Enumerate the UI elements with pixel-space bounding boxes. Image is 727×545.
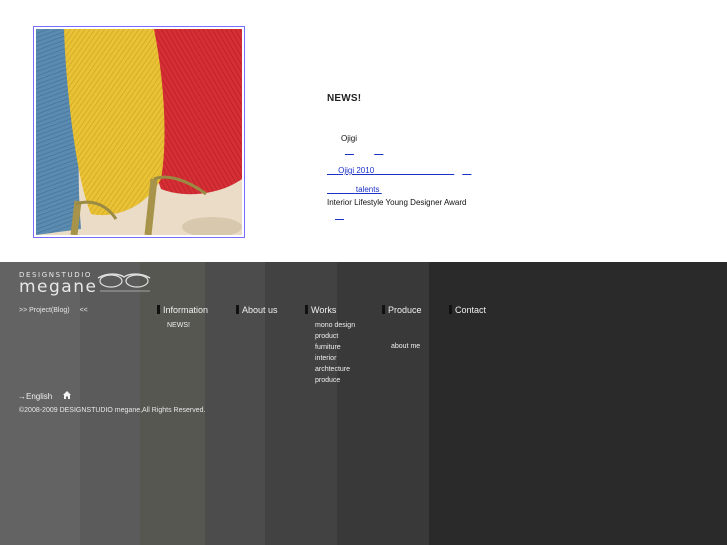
nav-marker: [157, 305, 160, 314]
news-link[interactable]: __: [462, 166, 471, 175]
news-link[interactable]: __: [345, 146, 354, 155]
nav-information[interactable]: Information: [157, 305, 208, 315]
nav-contact[interactable]: Contact: [449, 305, 486, 315]
paper-fans-image: [36, 29, 242, 235]
nav-sub-news[interactable]: NEWS!: [167, 320, 190, 331]
site-logo[interactable]: DESIGNSTUDIO megane: [19, 271, 97, 297]
copyright: ©2008-2009 DESIGNSTUDIO megane,All Right…: [19, 407, 206, 414]
nav-sub-interior[interactable]: interior: [315, 353, 355, 364]
nav-marker: [236, 305, 239, 314]
news-link[interactable]: __: [374, 146, 383, 155]
nav-sub-produce[interactable]: produce: [315, 375, 355, 386]
nav-about-us[interactable]: About us: [236, 305, 278, 315]
nav-produce[interactable]: Produce: [382, 305, 422, 315]
nav-sub-furniture[interactable]: furniture: [315, 342, 355, 353]
nav-marker: [449, 305, 452, 314]
site-footer: DESIGNSTUDIO megane >> Project(Blog) << I…: [0, 262, 727, 545]
news-item-award: Interior Lifestyle Young Designer Award: [327, 198, 467, 207]
nav-sub-archtecture[interactable]: archtecture: [315, 364, 355, 375]
news-link-talents[interactable]: talents: [327, 185, 382, 194]
news-link-ojigi-2010[interactable]: Ojigi 2010: [327, 166, 454, 175]
news-heading: NEWS!: [327, 93, 362, 104]
nav-works[interactable]: Works: [305, 305, 336, 315]
news-link[interactable]: __: [335, 211, 344, 220]
nav-marker: [305, 305, 308, 314]
language-english-link[interactable]: →English: [18, 392, 52, 401]
project-blog-link[interactable]: >> Project(Blog) <<: [19, 307, 88, 314]
hero-image-frame: [33, 26, 245, 238]
glasses-logo-icon: [97, 273, 151, 292]
nav-marker: [382, 305, 385, 314]
nav-sub-mono-design[interactable]: mono design: [315, 320, 355, 331]
hero-image: [36, 29, 242, 235]
news-item-text: Ojigi: [341, 134, 358, 143]
nav-sub-about-me[interactable]: about me: [391, 341, 420, 352]
home-icon[interactable]: [62, 390, 72, 400]
nav-sub-product[interactable]: product: [315, 331, 355, 342]
